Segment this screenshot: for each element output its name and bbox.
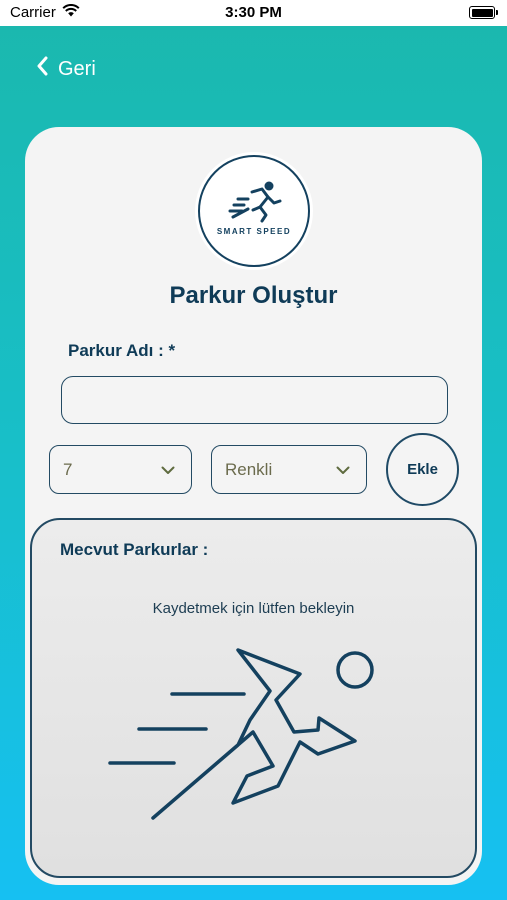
runner-icon [106, 638, 406, 828]
course-name-label: Parkur Adı : * [68, 341, 176, 360]
logo-text: SMART SPEED [216, 227, 292, 236]
existing-courses-title: Mecvut Parkurlar : [60, 540, 209, 559]
back-button[interactable]: Geri [36, 56, 96, 82]
chevron-down-icon [336, 460, 350, 480]
page-title: Parkur Oluştur [169, 282, 338, 309]
status-bar: Carrier 3:30 PM [0, 0, 507, 26]
count-select[interactable]: 7 [49, 445, 192, 494]
battery-icon [469, 6, 498, 19]
back-label: Geri [58, 57, 96, 80]
chevron-left-icon [36, 56, 48, 82]
loading-message: Kaydetmek için lütfen bekleyin [152, 600, 355, 617]
color-select-value: Renkli [225, 459, 273, 479]
existing-courses-panel: Mecvut Parkurlar : Kaydetmek için lütfen… [30, 518, 477, 878]
chevron-down-icon [161, 460, 175, 480]
count-select-value: 7 [63, 459, 73, 479]
add-button[interactable]: Ekle [386, 433, 459, 506]
status-time: 3:30 PM [225, 4, 282, 21]
course-name-input[interactable] [61, 376, 448, 424]
smart-speed-logo: SMART SPEED [198, 155, 310, 267]
color-select[interactable]: Renkli [211, 445, 367, 494]
